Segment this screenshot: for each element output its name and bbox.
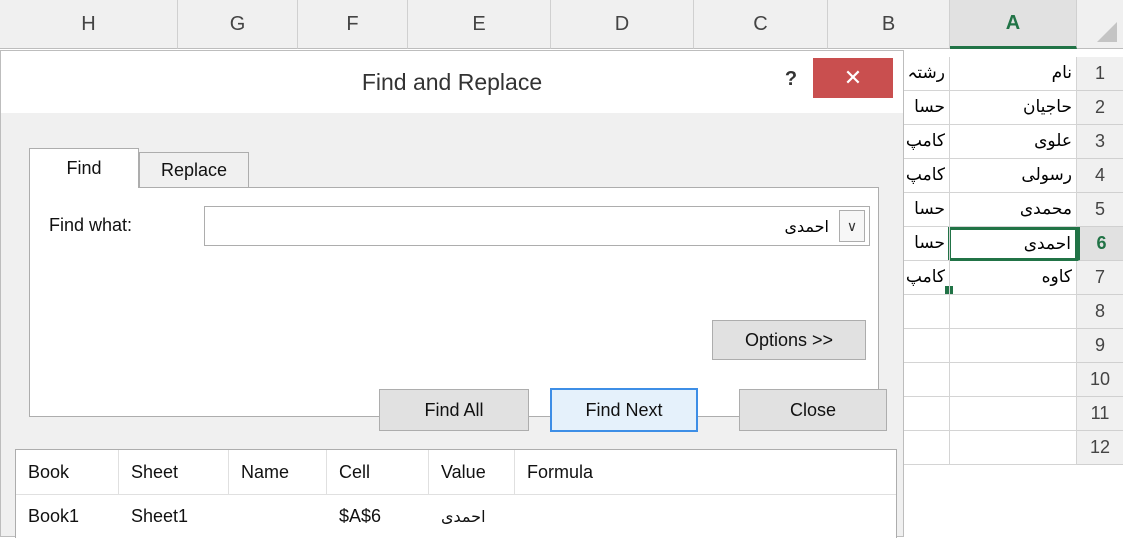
row-header-12[interactable]: 12	[1077, 431, 1123, 465]
cell-b4[interactable]: کامپ	[904, 159, 950, 193]
row-header-5[interactable]: 5	[1077, 193, 1123, 227]
cell-a2[interactable]: حاجیان	[950, 91, 1077, 125]
column-header-d[interactable]: D	[551, 0, 694, 49]
cell-b1[interactable]: رشتہ	[904, 57, 950, 91]
tab-replace-label: Replace	[160, 160, 228, 180]
cell-b7[interactable]: کامپ	[904, 261, 950, 295]
row-header-6[interactable]: 6	[1077, 227, 1123, 261]
result-formula	[515, 496, 896, 536]
find-all-button[interactable]: Find All	[379, 389, 529, 431]
column-header-h[interactable]: H	[0, 0, 178, 49]
results-col-book[interactable]: Book	[16, 450, 119, 494]
cell-a11[interactable]	[950, 397, 1077, 431]
close-button[interactable]: Close	[739, 389, 887, 431]
find-what-label: Find what:	[49, 215, 133, 235]
dialog-title: Find and Replace	[361, 68, 543, 95]
result-sheet: Sheet1	[131, 505, 189, 526]
cell-a10[interactable]	[950, 363, 1077, 397]
column-header-e[interactable]: E	[408, 0, 551, 49]
results-list[interactable]: Book Sheet Name Cell Value Formula Book1…	[15, 449, 897, 538]
result-cell: $A$6	[339, 505, 382, 526]
cell-b5[interactable]: حسا	[904, 193, 950, 227]
row-header-4[interactable]: 4	[1077, 159, 1123, 193]
table-row[interactable]: Book1 Sheet1 $A$6 احمدی	[16, 496, 896, 536]
results-col-name[interactable]: Name	[229, 450, 327, 494]
cell-b12[interactable]	[904, 431, 950, 465]
close-icon[interactable]: ✕	[813, 58, 893, 98]
row-header-7[interactable]: 7	[1077, 261, 1123, 295]
row-header-10[interactable]: 10	[1077, 363, 1123, 397]
find-what-input[interactable]	[204, 206, 870, 246]
row-header-3[interactable]: 3	[1077, 125, 1123, 159]
cell-b2[interactable]: حسا	[904, 91, 950, 125]
results-col-sheet[interactable]: Sheet	[119, 450, 229, 494]
column-header-g[interactable]: G	[178, 0, 298, 49]
column-header-f[interactable]: F	[298, 0, 408, 49]
options-button[interactable]: Options >>	[712, 320, 866, 360]
chevron-down-icon[interactable]: ∨	[839, 210, 865, 242]
tab-replace[interactable]: Replace	[139, 152, 249, 188]
cell-a12[interactable]	[950, 431, 1077, 465]
find-next-button[interactable]: Find Next	[550, 388, 698, 432]
results-col-formula[interactable]: Formula	[515, 450, 896, 494]
row-header-11[interactable]: 11	[1077, 397, 1123, 431]
results-header: Book Sheet Name Cell Value Formula	[16, 450, 896, 495]
cell-b10[interactable]	[904, 363, 950, 397]
select-all-corner[interactable]	[1077, 0, 1123, 49]
cell-b6[interactable]: حسا	[904, 227, 950, 261]
row-header-1[interactable]: 1	[1077, 57, 1123, 91]
result-book: Book1	[28, 505, 80, 526]
column-header-c[interactable]: C	[694, 0, 828, 49]
dialog-titlebar[interactable]: Find and Replace ? ✕	[1, 51, 903, 113]
column-header-a[interactable]: A	[950, 0, 1077, 49]
cell-a9[interactable]	[950, 329, 1077, 363]
cell-a6-selected[interactable]: احمدی	[948, 227, 1078, 261]
cell-a8[interactable]	[950, 295, 1077, 329]
result-name	[229, 496, 327, 536]
find-replace-dialog: Find and Replace ? ✕ Find Replace Find w…	[0, 50, 904, 538]
cell-b9[interactable]	[904, 329, 950, 363]
cell-b11[interactable]	[904, 397, 950, 431]
find-panel: Find what: ∨ Options >>	[29, 187, 879, 417]
cell-a3[interactable]: علوی	[950, 125, 1077, 159]
cell-a7[interactable]: کاوه	[950, 261, 1077, 295]
cell-a5[interactable]: محمدی	[950, 193, 1077, 227]
row-header-9[interactable]: 9	[1077, 329, 1123, 363]
tab-find[interactable]: Find	[29, 148, 139, 188]
row-header-2[interactable]: 2	[1077, 91, 1123, 125]
help-button[interactable]: ?	[777, 65, 805, 93]
tab-find-label: Find	[66, 158, 102, 178]
results-col-cell[interactable]: Cell	[327, 450, 429, 494]
cell-b3[interactable]: کامپ	[904, 125, 950, 159]
cell-a4[interactable]: رسولی	[950, 159, 1077, 193]
column-header-b[interactable]: B	[828, 0, 950, 49]
results-col-value[interactable]: Value	[429, 450, 515, 494]
result-value: احمدی	[441, 506, 486, 526]
cell-a1[interactable]: نام	[950, 57, 1077, 91]
cell-b8[interactable]	[904, 295, 950, 329]
row-header-8[interactable]: 8	[1077, 295, 1123, 329]
